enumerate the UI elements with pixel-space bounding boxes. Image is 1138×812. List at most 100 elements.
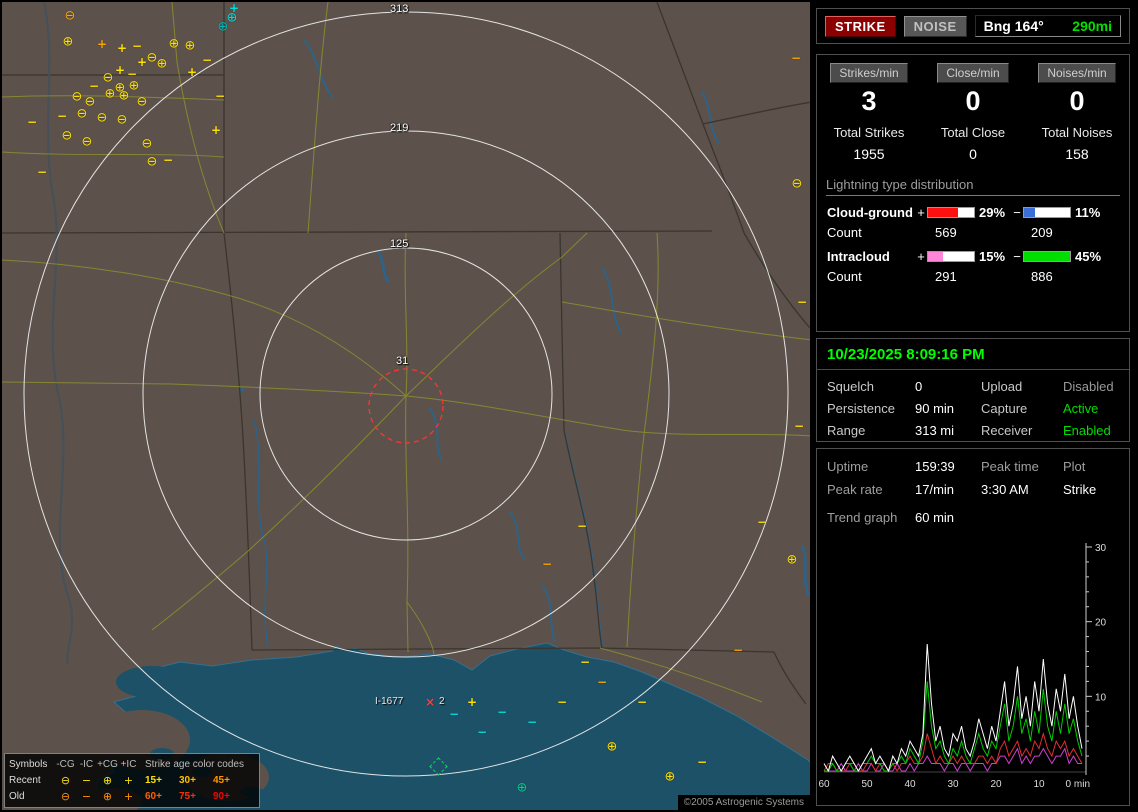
intracloud-row: Intracloud + 15% − 45% — [817, 240, 1129, 264]
total-close-value: 0 — [969, 146, 977, 162]
cg-positive-count: 569 — [935, 225, 957, 240]
noise-indicator-button[interactable]: NOISE — [903, 15, 967, 37]
alert-panel: STRIKE NOISE Bng 164° 290mi — [816, 8, 1130, 44]
svg-text:30: 30 — [1095, 543, 1107, 554]
total-noises-value: 158 — [1065, 146, 1089, 162]
status-panel: 10/23/2025 8:09:16 PM Squelch 0 Upload D… — [816, 338, 1130, 442]
ic-positive-count: 291 — [935, 269, 957, 284]
legend-recent-symbols: ⊖ − ⊕ + — [55, 774, 139, 787]
age-45: 45+ — [213, 774, 230, 786]
close-per-min-button[interactable]: Close/min — [937, 63, 1009, 83]
legend-row-recent: Recent — [9, 774, 41, 786]
roads — [2, 2, 810, 703]
receiver-state: Enabled — [1063, 423, 1111, 438]
range-label: Range — [827, 423, 866, 438]
total-noises-label: Total Noises — [1041, 125, 1113, 140]
cg-positive-pct: 29% — [979, 205, 1006, 220]
upload-state: Disabled — [1063, 379, 1114, 394]
distribution-title: Lightning type distribution — [826, 177, 1120, 196]
trend-graph-label: Trend graph — [827, 510, 898, 525]
legend-symbol-icon: ⊖ — [60, 789, 71, 803]
cg-positive-bar — [927, 207, 975, 218]
close-per-min-value: 0 — [965, 86, 981, 116]
total-close-label: Total Close — [940, 125, 1006, 140]
peak-time-value: 3:30 AM — [981, 482, 1029, 497]
age-90: 90+ — [213, 790, 230, 802]
nexstorm-window: { "top": { "strike_label": "STRIKE", "no… — [0, 0, 1138, 812]
intracloud-count-row: Count 291 886 — [817, 264, 1129, 284]
legend-symbol-icon: ⊕ — [102, 773, 113, 787]
ic-negative-bar — [1023, 251, 1071, 262]
cg-negative-bar — [1023, 207, 1071, 218]
legend-col-pos-ic: +IC — [120, 758, 137, 770]
count-label: Count — [827, 225, 862, 240]
station-strike-count: 2 — [439, 696, 445, 707]
copyright-text: ©2005 Astrogenic Systems — [677, 795, 810, 810]
map-legend: Symbols -CG -IC +CG +IC Strike age color… — [4, 753, 260, 808]
datetime-display: 10/23/2025 8:09:16 PM — [817, 339, 1129, 370]
ic-positive-bar — [927, 251, 975, 262]
minus-sign: − — [1013, 249, 1021, 264]
bearing-distance: 290mi — [1072, 18, 1112, 34]
svg-text:10: 10 — [1095, 692, 1107, 703]
age-15: 15+ — [145, 774, 162, 786]
peak-rate-label: Peak rate — [827, 482, 883, 497]
legend-col-neg-cg: -CG — [56, 758, 75, 770]
noises-per-min-button[interactable]: Noises/min — [1038, 63, 1116, 83]
lake-pontchartrain — [116, 666, 188, 698]
svg-text:10: 10 — [1033, 779, 1045, 790]
range-ring-label-125: 125 — [390, 238, 409, 250]
legend-symbol-icon: + — [123, 789, 134, 803]
legend-symbol-icon: + — [123, 773, 134, 787]
squelch-value: 0 — [915, 379, 923, 394]
svg-text:20: 20 — [1095, 618, 1107, 629]
strike-indicator-button[interactable]: STRIKE — [825, 15, 896, 37]
persistence-value: 90 min — [915, 401, 955, 416]
noises-per-min-value: 0 — [1069, 86, 1085, 116]
legend-col-neg-ic: -IC — [79, 758, 94, 770]
legend-ages-row1: 15+ 30+ 45+ — [139, 775, 255, 786]
total-strikes-label: Total Strikes — [833, 125, 905, 140]
plus-sign: + — [917, 205, 925, 220]
capture-label: Capture — [981, 401, 1028, 416]
cloud-ground-label: Cloud-ground — [827, 205, 913, 220]
legend-symbols-header: Symbols — [9, 758, 48, 770]
total-strikes-value: 1955 — [853, 146, 885, 162]
minus-sign: − — [1013, 205, 1021, 220]
legend-row-old: Old — [9, 790, 25, 802]
legend-age-header: Strike age color codes — [145, 758, 244, 770]
strikes-per-min-button[interactable]: Strikes/min — [830, 63, 908, 83]
upload-label: Upload — [981, 379, 1023, 394]
strikes-per-min-value: 3 — [861, 86, 877, 116]
squelch-label: Squelch — [827, 379, 874, 394]
ic-negative-count: 886 — [1031, 269, 1053, 284]
svg-text:20: 20 — [990, 779, 1002, 790]
uptime-label: Uptime — [827, 459, 869, 474]
receiver-label: Receiver — [981, 423, 1033, 438]
station-label: I-1677 — [375, 696, 404, 707]
range-ring-label-313: 313 — [390, 3, 409, 15]
svg-text:40: 40 — [904, 779, 916, 790]
bearing-box: Bng 164° 290mi — [974, 15, 1121, 37]
legend-old-symbols: ⊖ − ⊕ + — [55, 790, 139, 803]
capture-state: Active — [1063, 401, 1099, 416]
trend-panel: Uptime 159:39 Peak time Plot Peak rate 1… — [816, 448, 1130, 806]
legend-ages-row2: 60+ 75+ 90+ — [139, 791, 255, 802]
peak-time-label: Peak time — [981, 459, 1039, 474]
bearing-value: Bng 164° — [983, 18, 1044, 34]
state-borders — [2, 2, 810, 705]
peak-rate-value: 17/min — [915, 482, 955, 497]
cloud-ground-count-row: Count 569 209 — [817, 220, 1129, 240]
plus-sign: + — [917, 249, 925, 264]
trend-graph-chart: 10 20 30 60 50 40 30 20 10 0 min — [818, 543, 1107, 790]
trend-graph-value: 60 min — [915, 510, 955, 525]
intracloud-label: Intracloud — [827, 249, 890, 264]
range-value: 313 mi — [915, 423, 955, 438]
age-30: 30+ — [179, 774, 196, 786]
age-60: 60+ — [145, 790, 162, 802]
ic-positive-pct: 15% — [979, 249, 1006, 264]
svg-text:30: 30 — [947, 779, 959, 790]
legend-symbol-icon: ⊕ — [102, 789, 113, 803]
radar-map[interactable]: ⊖ + ⊕ ⊕ − ⊕ + + − ⊕ ⊕ ⊖ + ⊕ − + − ⊖ − ⊕ ⊕ ⊕ ⊕ + ⊖ ⊖ ⊖ − − ⊖ ⊖ ⊖ − ⊖ ⊖ ⊖ + ⊖ − −… — [2, 2, 810, 810]
svg-text:0 min: 0 min — [1066, 779, 1090, 790]
